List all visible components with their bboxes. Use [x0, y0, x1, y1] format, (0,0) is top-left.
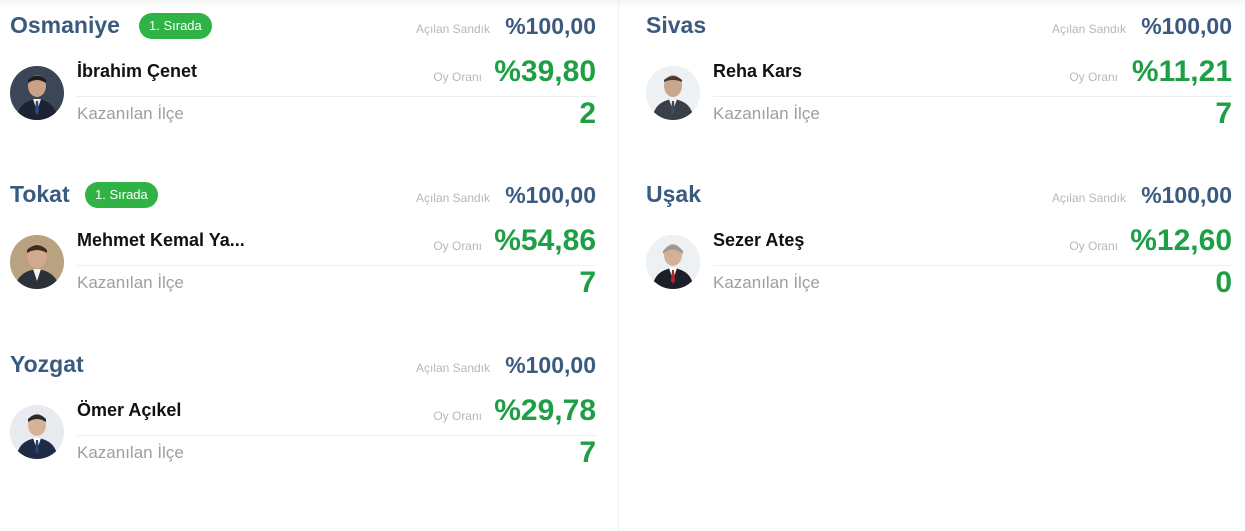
city-result-card[interactable]: Osmaniye 1. Sırada Açılan Sandık %100,00… — [0, 0, 600, 140]
opened-boxes-label: Açılan Sandık — [415, 22, 490, 36]
vote-rate-label: Oy Oranı — [433, 239, 482, 253]
candidate-photo-icon — [10, 66, 64, 120]
city-name[interactable]: Sivas — [646, 12, 706, 39]
won-districts-label: Kazanılan İlçe — [77, 443, 184, 462]
city-name[interactable]: Uşak — [646, 181, 701, 208]
candidate-name[interactable]: Sezer Ateş — [713, 230, 804, 251]
candidate-avatar — [646, 235, 700, 289]
vote-rate-value: %12,60 — [1130, 224, 1232, 257]
candidate-photo-icon — [646, 66, 700, 120]
opened-boxes-value: %100,00 — [1141, 13, 1232, 39]
vote-rate-label: Oy Oranı — [1069, 70, 1118, 84]
won-districts-label: Kazanılan İlçe — [713, 273, 820, 292]
opened-boxes-label: Açılan Sandık — [1051, 191, 1126, 205]
vote-rate-label: Oy Oranı — [433, 409, 482, 423]
vote-rate-value: %39,80 — [494, 55, 596, 88]
city-name[interactable]: Osmaniye — [10, 12, 120, 39]
candidate-name[interactable]: Ömer Açıkel — [77, 400, 181, 421]
row-separator — [713, 96, 1232, 97]
candidate-name[interactable]: İbrahim Çenet — [77, 61, 197, 82]
won-districts-value: 0 — [1215, 266, 1232, 299]
row-separator — [77, 96, 596, 97]
vote-rate-label: Oy Oranı — [433, 70, 482, 84]
row-separator — [77, 265, 596, 266]
opened-boxes-label: Açılan Sandık — [415, 361, 490, 375]
won-districts-label: Kazanılan İlçe — [77, 273, 184, 292]
candidate-photo-icon — [646, 235, 700, 289]
city-name[interactable]: Tokat — [10, 181, 70, 208]
won-districts-value: 7 — [579, 436, 596, 469]
vote-rate-value: %11,21 — [1131, 55, 1232, 88]
candidate-avatar — [10, 405, 64, 459]
city-result-card[interactable]: Tokat 1. Sırada Açılan Sandık %100,00 Me… — [0, 169, 600, 309]
won-districts-value: 7 — [579, 266, 596, 299]
candidate-name[interactable]: Mehmet Kemal Ya... — [77, 230, 245, 251]
city-result-card[interactable]: Uşak Açılan Sandık %100,00 Sezer Ateş Oy… — [636, 169, 1236, 309]
opened-boxes-value: %100,00 — [505, 352, 596, 378]
opened-boxes-label: Açılan Sandık — [1051, 22, 1126, 36]
candidate-avatar — [10, 235, 64, 289]
column-divider — [618, 0, 619, 531]
opened-boxes-label: Açılan Sandık — [415, 191, 490, 205]
rank-badge: 1. Sırada — [139, 13, 212, 39]
row-separator — [713, 265, 1232, 266]
candidate-avatar — [646, 66, 700, 120]
vote-rate-value: %29,78 — [494, 394, 596, 427]
vote-rate-value: %54,86 — [494, 224, 596, 257]
vote-rate-label: Oy Oranı — [1069, 239, 1118, 253]
opened-boxes-value: %100,00 — [1141, 182, 1232, 208]
won-districts-value: 7 — [1215, 97, 1232, 130]
opened-boxes-value: %100,00 — [505, 13, 596, 39]
candidate-photo-icon — [10, 405, 64, 459]
city-result-card[interactable]: Sivas Açılan Sandık %100,00 Reha Kars Oy… — [636, 0, 1236, 140]
won-districts-label: Kazanılan İlçe — [713, 104, 820, 123]
candidate-name[interactable]: Reha Kars — [713, 61, 802, 82]
city-result-card[interactable]: Yozgat Açılan Sandık %100,00 Ömer Açıkel… — [0, 339, 600, 479]
results-column-left: Osmaniye 1. Sırada Açılan Sandık %100,00… — [0, 0, 600, 531]
rank-badge: 1. Sırada — [85, 182, 158, 208]
opened-boxes-value: %100,00 — [505, 182, 596, 208]
won-districts-label: Kazanılan İlçe — [77, 104, 184, 123]
city-name[interactable]: Yozgat — [10, 351, 84, 378]
results-column-right: Sivas Açılan Sandık %100,00 Reha Kars Oy… — [636, 0, 1236, 531]
row-separator — [77, 435, 596, 436]
won-districts-value: 2 — [579, 97, 596, 130]
candidate-avatar — [10, 66, 64, 120]
candidate-photo-icon — [10, 235, 64, 289]
